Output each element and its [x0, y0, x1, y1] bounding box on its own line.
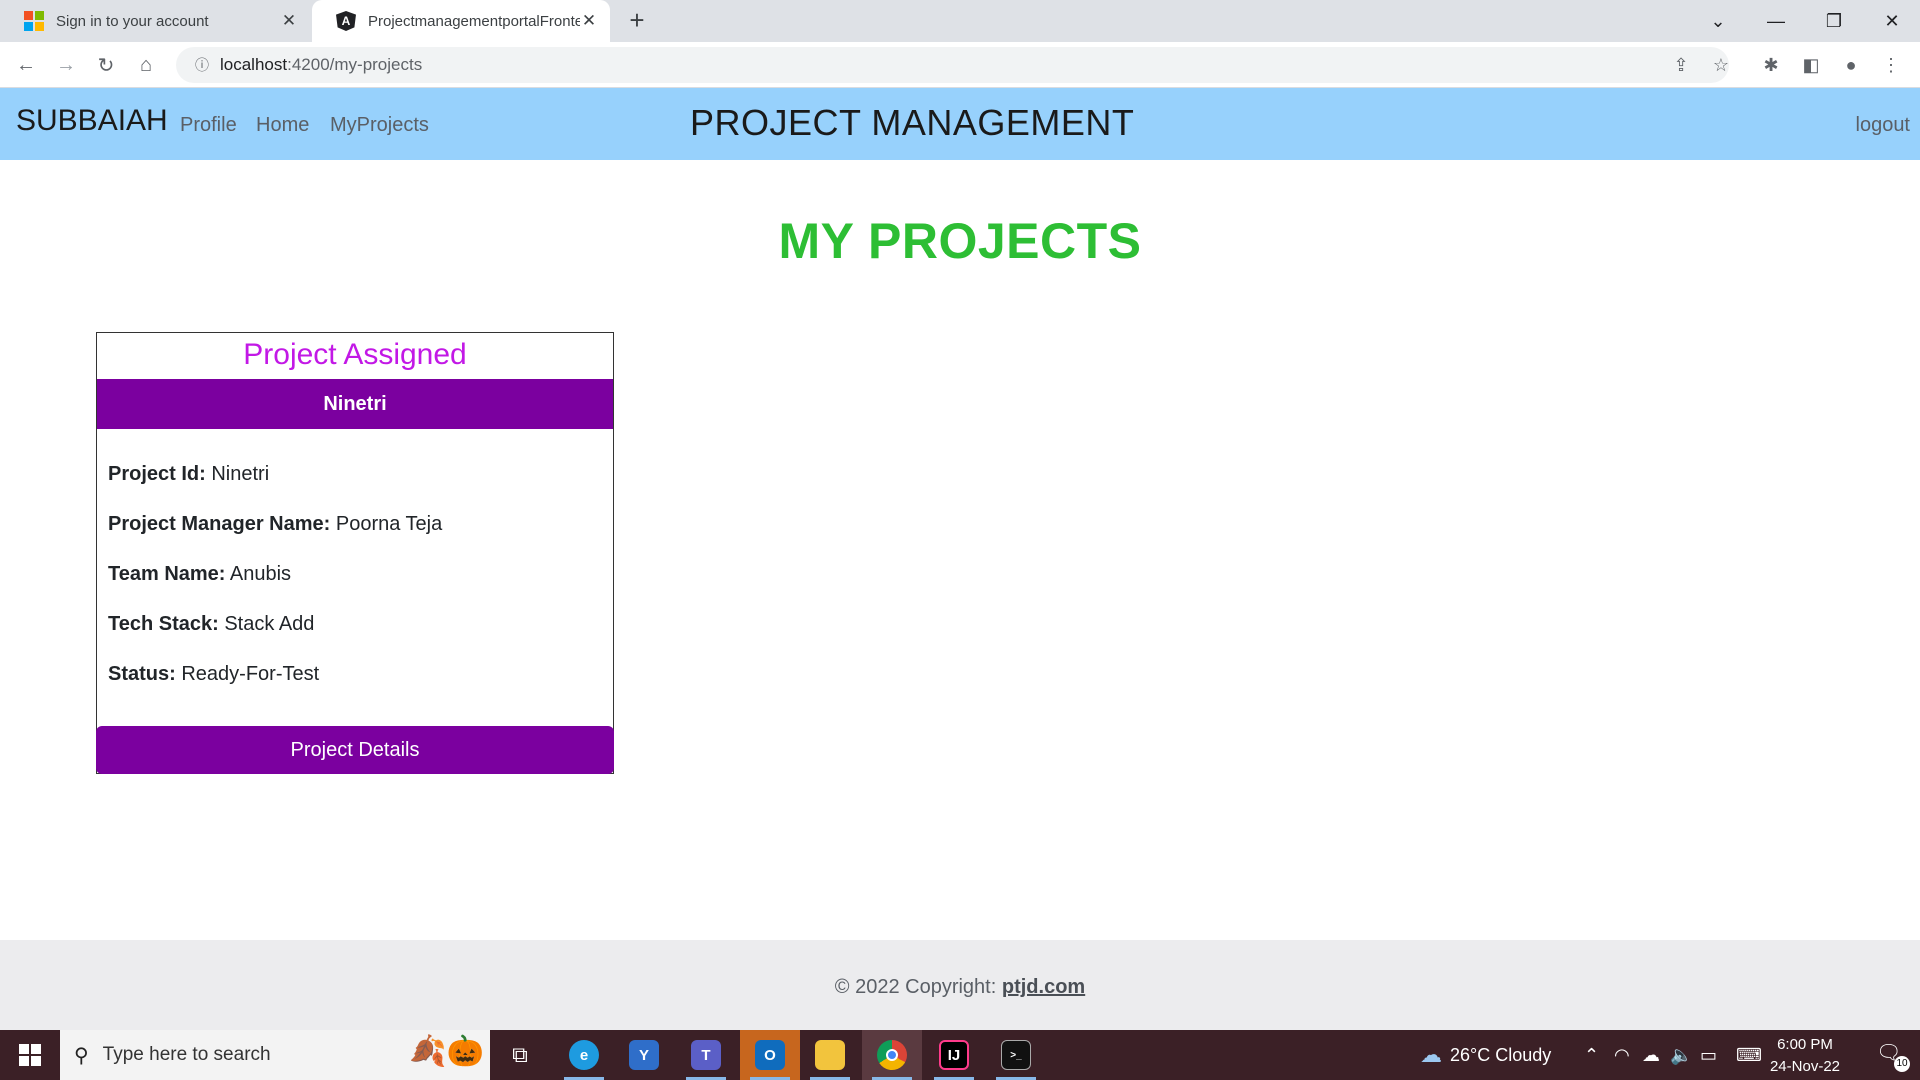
- search-icon: ⚲: [74, 1044, 89, 1067]
- page-footer: © 2022 Copyright: ptjd.com: [0, 940, 1920, 1030]
- speaker-icon[interactable]: 🔈: [1670, 1030, 1692, 1080]
- browser-toolbar: ← → ↻ ⌂ ⓘ localhost:4200/my-projects ⇪ ☆…: [0, 42, 1920, 88]
- browser-tab-strip: Sign in to your account ✕ A Projectmanag…: [0, 0, 1920, 42]
- reload-icon[interactable]: ↻: [90, 49, 122, 81]
- bookmark-star-icon[interactable]: ☆: [1706, 50, 1736, 80]
- tab-close-icon[interactable]: ✕: [580, 11, 598, 31]
- field-status: Status: Ready-For-Test: [108, 663, 320, 685]
- profile-avatar-icon[interactable]: ●: [1836, 50, 1866, 80]
- keyboard-icon[interactable]: ⌨: [1736, 1030, 1762, 1080]
- wifi-icon[interactable]: ◠: [1614, 1030, 1630, 1080]
- tab-close-icon[interactable]: ✕: [280, 11, 298, 31]
- nav-link-myprojects[interactable]: MyProjects: [330, 114, 429, 137]
- app-navbar: SUBBAIAH Profile Home MyProjects PROJECT…: [0, 88, 1920, 160]
- windows-taskbar: ⚲ Type here to search 🍂🎃 ⧉ e Y T O IJ >_…: [0, 1030, 1920, 1080]
- weather-text: 26°C Cloudy: [1450, 1044, 1552, 1065]
- menu-dots-icon[interactable]: ⋮: [1876, 50, 1906, 80]
- notification-count: 10: [1894, 1056, 1910, 1072]
- logout-link[interactable]: logout: [1856, 114, 1911, 137]
- taskbar-search[interactable]: ⚲ Type here to search 🍂🎃: [60, 1030, 490, 1080]
- tab-search-chevron-icon[interactable]: ⌄: [1690, 0, 1746, 42]
- search-placeholder: Type here to search: [102, 1044, 271, 1065]
- field-tech-stack: Tech Stack: Stack Add: [108, 613, 315, 635]
- yammer-icon[interactable]: Y: [614, 1030, 674, 1080]
- nav-link-profile[interactable]: Profile: [180, 114, 237, 137]
- intellij-icon[interactable]: IJ: [924, 1030, 984, 1080]
- footer-copyright: © 2022 Copyright:: [834, 976, 1002, 998]
- start-button[interactable]: [0, 1030, 60, 1080]
- tab-title: ProjectmanagementportalFronte: [368, 12, 580, 30]
- browser-tab-project-portal[interactable]: A ProjectmanagementportalFronte ✕: [312, 0, 610, 42]
- taskbar-clock[interactable]: 6:00 PM 24-Nov-22: [1760, 1034, 1850, 1078]
- nav-link-home[interactable]: Home: [256, 114, 309, 137]
- task-view-icon[interactable]: ⧉: [490, 1030, 550, 1080]
- card-body: Project Id: Ninetri Project Manager Name…: [97, 429, 613, 685]
- side-panel-icon[interactable]: ◧: [1796, 50, 1826, 80]
- outlook-icon[interactable]: O: [740, 1030, 800, 1080]
- minimize-button[interactable]: —: [1748, 0, 1804, 42]
- footer-link[interactable]: ptjd.com: [1002, 976, 1085, 998]
- windows-logo-icon: [19, 1044, 41, 1066]
- field-team-name: Team Name: Anubis: [108, 563, 292, 585]
- file-explorer-icon[interactable]: [800, 1030, 860, 1080]
- site-info-icon[interactable]: ⓘ: [184, 55, 220, 75]
- onedrive-icon[interactable]: ☁: [1642, 1030, 1660, 1080]
- project-card: Project Assigned Ninetri Project Id: Nin…: [96, 332, 614, 774]
- angular-icon: A: [336, 11, 356, 31]
- browser-tab-signin[interactable]: Sign in to your account ✕: [0, 0, 310, 42]
- cloud-icon: ☁: [1420, 1042, 1442, 1067]
- clock-time: 6:00 PM: [1777, 1036, 1833, 1053]
- forward-arrow-icon[interactable]: →: [50, 49, 82, 81]
- card-title: Project Assigned: [243, 338, 467, 371]
- new-tab-button[interactable]: +: [622, 6, 652, 36]
- close-window-button[interactable]: ✕: [1864, 0, 1920, 42]
- app-title: PROJECT MANAGEMENT: [690, 102, 1135, 143]
- battery-icon[interactable]: ▭: [1700, 1030, 1717, 1080]
- notification-icon[interactable]: 🗨 10: [1876, 1040, 1910, 1072]
- edge-icon[interactable]: e: [554, 1030, 614, 1080]
- page-heading: MY PROJECTS: [778, 213, 1142, 269]
- card-project-name: Ninetri: [97, 379, 613, 429]
- home-icon[interactable]: ⌂: [130, 49, 162, 81]
- brand-name[interactable]: SUBBAIAH: [16, 104, 168, 138]
- clock-date: 24-Nov-22: [1769, 1058, 1841, 1075]
- chrome-icon[interactable]: [862, 1030, 922, 1080]
- tab-title: Sign in to your account: [56, 12, 209, 30]
- field-project-id: Project Id: Ninetri: [108, 463, 270, 485]
- project-details-button[interactable]: Project Details: [96, 726, 614, 774]
- autumn-leaves-icon: 🍂🎃: [409, 1035, 484, 1068]
- field-project-manager: Project Manager Name: Poorna Teja: [108, 513, 443, 535]
- teams-icon[interactable]: T: [676, 1030, 736, 1080]
- extensions-icon[interactable]: ✱: [1756, 50, 1786, 80]
- url-text[interactable]: localhost:4200/my-projects: [220, 55, 422, 75]
- microsoft-icon: [24, 11, 44, 31]
- weather-widget[interactable]: ☁ 26°C Cloudy: [1420, 1030, 1551, 1080]
- address-bar[interactable]: ⓘ localhost:4200/my-projects: [176, 47, 1729, 83]
- restore-button[interactable]: ❐: [1806, 0, 1862, 42]
- tray-chevron-icon[interactable]: ⌃: [1584, 1030, 1599, 1080]
- share-icon[interactable]: ⇪: [1666, 50, 1696, 80]
- back-arrow-icon[interactable]: ←: [10, 49, 42, 81]
- terminal-icon[interactable]: >_: [986, 1030, 1046, 1080]
